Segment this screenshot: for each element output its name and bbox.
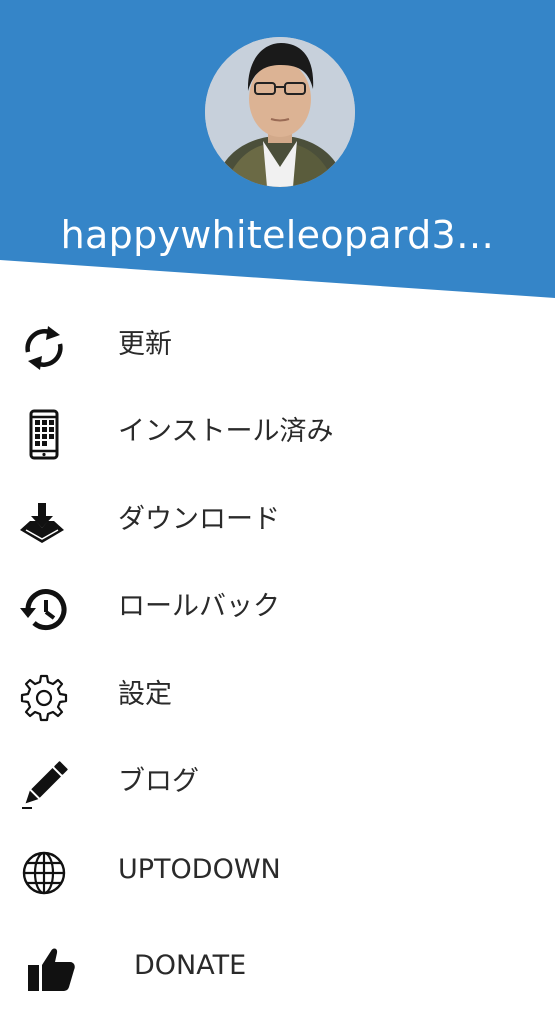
menu-label-installed: インストール済み [118, 416, 334, 447]
menu-item-donate[interactable]: DONATE [0, 923, 555, 1011]
pencil-icon [18, 759, 70, 811]
menu-item-rollback[interactable]: ロールバック [0, 564, 555, 652]
menu-item-uptodown[interactable]: UPTODOWN [0, 827, 555, 915]
menu-item-download[interactable]: ダウンロード [0, 477, 555, 565]
globe-icon [18, 847, 70, 899]
menu-label-uptodown: UPTODOWN [118, 854, 281, 885]
avatar[interactable] [205, 37, 355, 187]
username: happywhiteleopard3… [60, 213, 495, 257]
thumbs-up-icon [26, 943, 78, 995]
menu-label-settings: 設定 [118, 679, 172, 710]
menu-item-blog[interactable]: ブログ [0, 739, 555, 827]
menu-label-download: ダウンロード [118, 504, 280, 535]
menu-item-update[interactable]: 更新 [0, 302, 555, 390]
phone-apps-icon [18, 409, 70, 461]
profile-header: happywhiteleopard3… [0, 0, 555, 300]
menu-label-blog: ブログ [118, 766, 199, 797]
menu-label-update: 更新 [118, 329, 172, 360]
menu-label-rollback: ロールバック [118, 591, 280, 622]
avatar-photo [205, 37, 355, 187]
menu-item-settings[interactable]: 設定 [0, 652, 555, 740]
gear-icon [18, 672, 70, 724]
history-icon [18, 584, 70, 636]
menu-item-installed[interactable]: インストール済み [0, 389, 555, 477]
menu-label-donate: DONATE [134, 950, 247, 981]
refresh-icon [18, 322, 70, 374]
download-tray-icon [18, 497, 70, 549]
